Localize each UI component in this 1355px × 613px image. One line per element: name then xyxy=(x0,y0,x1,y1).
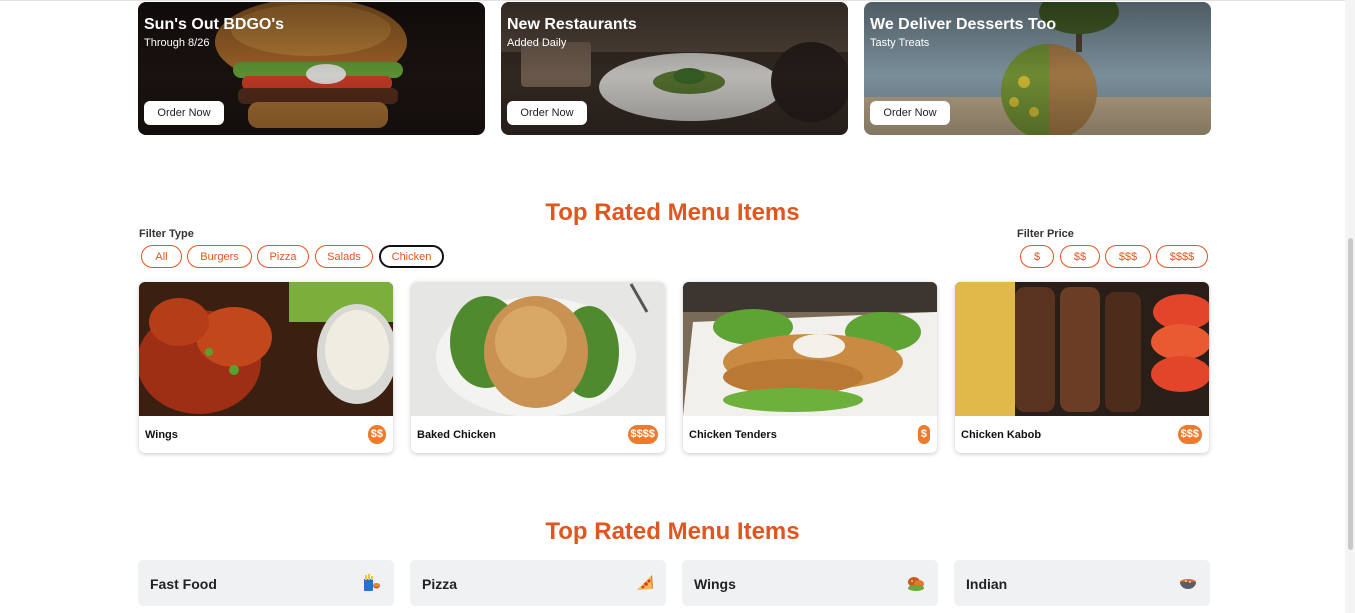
wings-icon xyxy=(908,577,924,591)
filter-type-all[interactable]: All xyxy=(141,245,182,268)
menu-item-name: Baked Chicken xyxy=(417,429,496,441)
order-now-button[interactable]: Order Now xyxy=(144,101,224,125)
promo-card-restaurants[interactable]: New Restaurants Added Daily Order Now xyxy=(501,2,848,135)
filter-type-salads[interactable]: Salads xyxy=(315,245,373,268)
fast-food-icon xyxy=(364,574,380,591)
filter-type-pizza[interactable]: Pizza xyxy=(257,245,309,268)
menu-item-name: Chicken Kabob xyxy=(961,429,1042,441)
promo-subtitle: Added Daily xyxy=(507,37,567,49)
category-section-title: Top Rated Menu Items xyxy=(545,518,800,545)
price-badge: $$$ xyxy=(1177,425,1202,444)
filter-price-4[interactable]: $$$$ xyxy=(1156,245,1208,268)
order-now-button[interactable]: Order Now xyxy=(870,101,950,125)
price-badge: $$ xyxy=(367,425,386,444)
filter-price-1[interactable]: $ xyxy=(1020,245,1054,268)
filter-price-3[interactable]: $$$ xyxy=(1105,245,1151,268)
promo-title: We Deliver Desserts Too xyxy=(870,16,1057,33)
page-scrollbar[interactable] xyxy=(1345,0,1355,613)
menu-item-card[interactable]: Chicken Tenders $ xyxy=(683,282,937,453)
filter-price-label: Filter Price xyxy=(1017,228,1074,240)
price-badge: $$$$ xyxy=(627,425,658,444)
filter-type-burgers[interactable]: Burgers xyxy=(187,245,252,268)
promo-card-burgers[interactable]: Sun's Out BDGO's Through 8/26 Order Now xyxy=(138,2,485,135)
menu-item-card[interactable]: Baked Chicken $$$$ xyxy=(411,282,665,453)
category-label: Pizza xyxy=(422,576,458,592)
promo-subtitle: Tasty Treats xyxy=(870,37,930,49)
menu-section-title: Top Rated Menu Items xyxy=(545,199,800,226)
category-indian[interactable]: Indian xyxy=(954,560,1210,606)
promo-subtitle: Through 8/26 xyxy=(144,37,210,49)
pizza-icon xyxy=(637,575,653,590)
filter-type-chicken[interactable]: Chicken xyxy=(379,245,444,268)
category-label: Fast Food xyxy=(150,576,217,592)
promo-title: Sun's Out BDGO's xyxy=(144,16,285,33)
menu-item-card[interactable]: Chicken Kabob $$$ xyxy=(955,282,1209,453)
promo-card-desserts[interactable]: We Deliver Desserts Too Tasty Treats Ord… xyxy=(864,2,1211,135)
filter-type-label: Filter Type xyxy=(139,228,194,240)
filter-price-2[interactable]: $$ xyxy=(1060,245,1100,268)
order-now-button[interactable]: Order Now xyxy=(507,101,587,125)
baked-chicken-image xyxy=(411,282,665,416)
wings-image xyxy=(139,282,393,416)
menu-item-name: Wings xyxy=(145,429,178,441)
scrollbar-thumb[interactable] xyxy=(1348,238,1353,550)
category-fast-food[interactable]: Fast Food xyxy=(138,560,394,606)
category-label: Wings xyxy=(694,576,736,592)
chicken-tenders-image xyxy=(683,282,937,416)
price-badge: $ xyxy=(917,425,930,444)
menu-item-card[interactable]: Wings $$ xyxy=(139,282,393,453)
category-pizza[interactable]: Pizza xyxy=(410,560,666,606)
menu-item-name: Chicken Tenders xyxy=(689,429,777,441)
promo-title: New Restaurants xyxy=(507,16,637,33)
curry-bowl-icon xyxy=(1180,579,1196,589)
chicken-kabob-image xyxy=(955,282,1209,416)
category-wings[interactable]: Wings xyxy=(682,560,938,606)
top-divider xyxy=(0,0,1345,1)
category-label: Indian xyxy=(966,576,1008,592)
